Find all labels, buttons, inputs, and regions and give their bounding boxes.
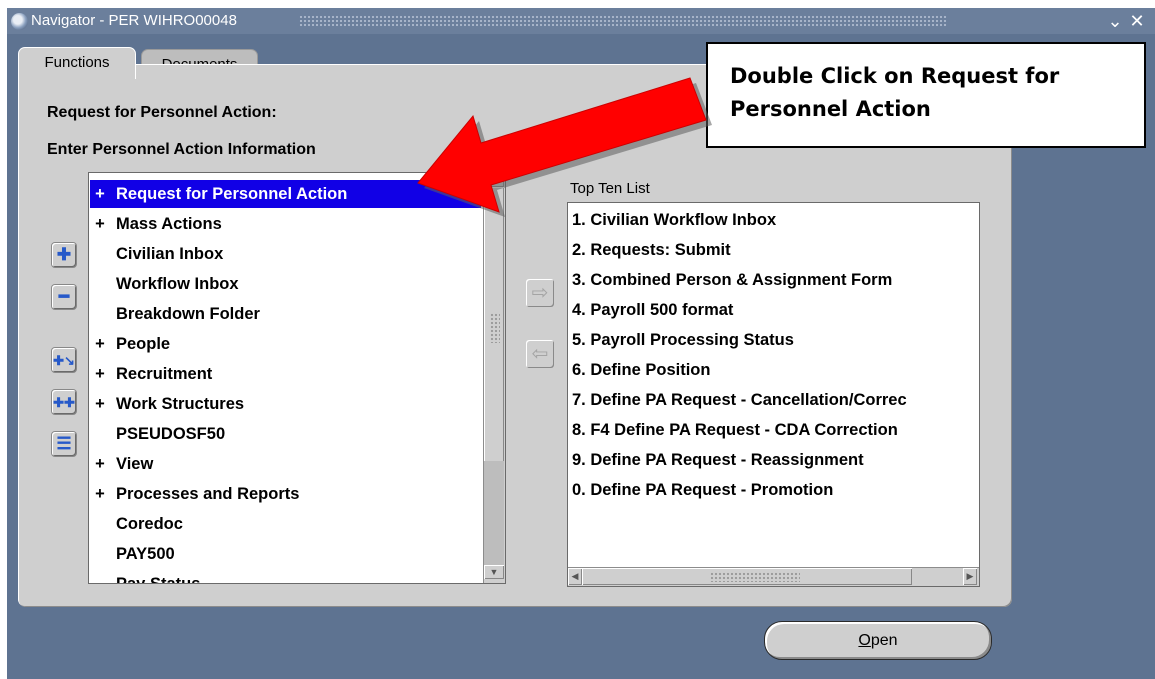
scroll-down-icon[interactable]: ▼	[484, 565, 504, 579]
tree-item[interactable]: + Recruitment	[90, 360, 481, 388]
tree-item[interactable]: + View	[90, 450, 481, 478]
remove-from-top-ten-button[interactable]: ⇦	[526, 340, 554, 368]
tree-item[interactable]: PSEUDOSF50	[90, 420, 481, 448]
tree-item-label: PAY500	[116, 545, 175, 563]
tree-item-label: Coredoc	[116, 515, 183, 533]
top-ten-list[interactable]: 1. Civilian Workflow Inbox 2. Requests: …	[567, 202, 980, 587]
tree-item[interactable]: + Work Structures	[90, 390, 481, 418]
tree-item-label: PSEUDOSF50	[116, 425, 226, 443]
minimize-icon[interactable]: ⌄	[1105, 8, 1125, 34]
expand-all-button[interactable]: ✚✚	[52, 390, 76, 414]
tree-item-label: Processes and Reports	[116, 485, 300, 503]
tree-item-label: Request for Personnel Action	[116, 185, 348, 203]
scroll-up-icon[interactable]: ▲	[484, 173, 504, 187]
title-bar[interactable]: Navigator - PER WIHRO00048 ⌄ ✕	[7, 8, 1155, 34]
tree-item-label: Workflow Inbox	[116, 275, 239, 293]
tab-functions[interactable]: Functions	[18, 47, 136, 79]
window-title: Navigator - PER WIHRO00048	[31, 12, 237, 29]
tree-item[interactable]: Workflow Inbox	[90, 270, 481, 298]
arrow-left-icon: ⇦	[531, 343, 549, 365]
tree-item-label: Mass Actions	[116, 215, 222, 233]
list-item[interactable]: 5. Payroll Processing Status	[572, 326, 794, 354]
app-globe-icon	[11, 13, 28, 30]
heading-enter-info: Enter Personnel Action Information	[47, 141, 316, 158]
scroll-left-icon[interactable]: ◀	[568, 568, 582, 585]
tree-item-label: Recruitment	[116, 365, 213, 383]
plus-icon: ✚	[56, 245, 72, 264]
collapse-button[interactable]: ━	[52, 285, 76, 309]
scroll-grip	[490, 313, 500, 343]
tree-item-label: Breakdown Folder	[116, 305, 260, 323]
list-item[interactable]: 3. Combined Person & Assignment Form	[572, 266, 892, 294]
tree-item[interactable]: Civilian Inbox	[90, 240, 481, 268]
collapse-all-icon: ☰	[56, 434, 72, 453]
expand-all-icon: ✚✚	[53, 395, 75, 410]
tree-item[interactable]: + Request for Personnel Action	[90, 180, 481, 208]
heading-request: Request for Personnel Action:	[47, 104, 277, 121]
tree-item[interactable]: + Mass Actions	[90, 210, 481, 238]
expand-button[interactable]: ✚	[52, 243, 76, 267]
function-tree[interactable]: + Request for Personnel Action + Mass Ac…	[88, 172, 506, 584]
annotation-text: Double Click on Request for Personnel Ac…	[730, 64, 1060, 121]
minus-icon: ━	[58, 287, 70, 306]
list-item[interactable]: 2. Requests: Submit	[572, 236, 731, 264]
collapse-all-button[interactable]: ☰	[52, 432, 76, 456]
tree-item[interactable]: Breakdown Folder	[90, 300, 481, 328]
open-button[interactable]: Open	[764, 621, 992, 660]
list-item[interactable]: 7. Define PA Request - Cancellation/Corr…	[572, 386, 907, 414]
list-item[interactable]: 9. Define PA Request - Reassignment	[572, 446, 864, 474]
top-ten-title: Top Ten List	[570, 180, 650, 197]
expand-branch-icon: ✚↘	[53, 353, 75, 368]
expand-branch-button[interactable]: ✚↘	[52, 348, 76, 372]
annotation-callout: Double Click on Request for Personnel Ac…	[706, 42, 1146, 148]
list-item[interactable]: 0. Define PA Request - Promotion	[572, 476, 833, 504]
add-to-top-ten-button[interactable]: ⇨	[526, 279, 554, 307]
hscroll-grip	[710, 572, 800, 582]
scroll-track[interactable]	[484, 461, 504, 565]
list-item[interactable]: 6. Define Position	[572, 356, 710, 384]
tree-item-label: Work Structures	[116, 395, 245, 413]
close-icon[interactable]: ✕	[1127, 8, 1147, 34]
tree-item[interactable]: Coredoc	[90, 510, 481, 538]
tree-item-label: View	[116, 455, 154, 473]
list-item[interactable]: 8. F4 Define PA Request - CDA Correction	[572, 416, 898, 444]
hscroll-thumb[interactable]	[582, 568, 912, 585]
title-bar-grip	[299, 15, 947, 27]
tree-item[interactable]: + People	[90, 330, 481, 358]
tree-item-label: Civilian Inbox	[116, 245, 224, 263]
tree-item[interactable]: + Processes and Reports	[90, 480, 481, 508]
tree-scrollbar[interactable]: ▲ ▼	[483, 173, 505, 583]
list-item[interactable]: 1. Civilian Workflow Inbox	[572, 206, 776, 234]
arrow-right-icon: ⇨	[531, 282, 549, 304]
tree-item[interactable]: Pay Status	[90, 570, 481, 584]
scroll-right-icon[interactable]: ▶	[963, 568, 977, 585]
tree-item-label: People	[116, 335, 171, 353]
top-ten-hscrollbar[interactable]: ◀ ▶	[568, 567, 979, 586]
tree-item-label: Pay Status	[116, 575, 201, 584]
scroll-thumb[interactable]	[484, 187, 504, 463]
list-item[interactable]: 4. Payroll 500 format	[572, 296, 733, 324]
tree-item[interactable]: PAY500	[90, 540, 481, 568]
